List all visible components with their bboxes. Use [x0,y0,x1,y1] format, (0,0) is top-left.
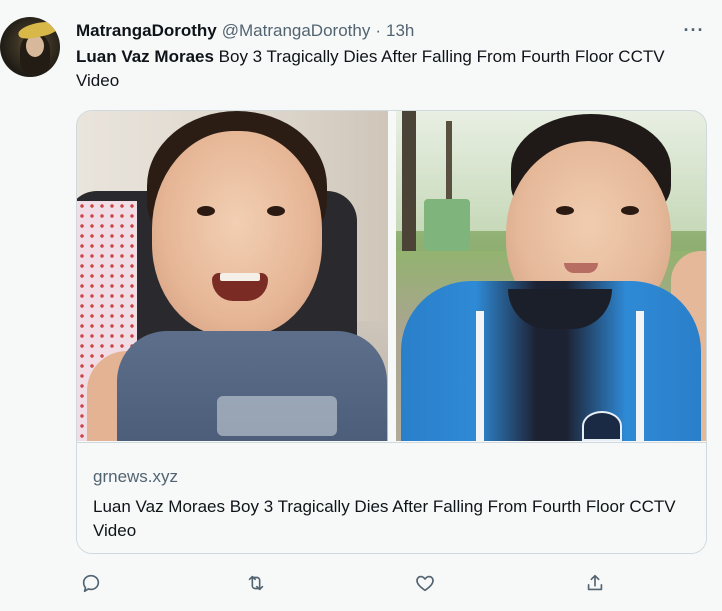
tweet-header: MatrangaDorothy @MatrangaDorothy · 13h [76,20,414,42]
more-horizontal-icon[interactable]: ··· [680,20,708,40]
card-title: Luan Vaz Moraes Boy 3 Tragically Dies Af… [93,497,676,540]
card-info[interactable]: grnews.xyz Luan Vaz Moraes Boy 3 Tragica… [77,442,706,553]
like-icon[interactable] [410,568,440,598]
photo-boy-smiling[interactable] [77,111,388,441]
separator-dot: · [375,21,382,40]
link-card[interactable]: grnews.xyz Luan Vaz Moraes Boy 3 Tragica… [76,110,707,554]
photo-boy-blue-shirt[interactable] [396,111,706,441]
card-media[interactable] [77,111,706,441]
tweet-actions [76,568,616,598]
avatar[interactable] [0,17,60,77]
share-icon[interactable] [580,568,610,598]
author-display-name[interactable]: MatrangaDorothy [76,21,217,41]
retweet-icon[interactable] [241,568,271,598]
reply-icon[interactable] [76,568,106,598]
tweet-text-bold: Luan Vaz Moraes [76,47,214,66]
tweet[interactable]: MatrangaDorothy @MatrangaDorothy · 13h ·… [0,0,722,611]
author-handle[interactable]: @MatrangaDorothy [222,21,371,41]
card-domain: grnews.xyz [93,467,179,486]
tweet-timestamp[interactable]: 13h [386,21,414,41]
tweet-text: Luan Vaz Moraes Boy 3 Tragically Dies Af… [76,45,696,93]
